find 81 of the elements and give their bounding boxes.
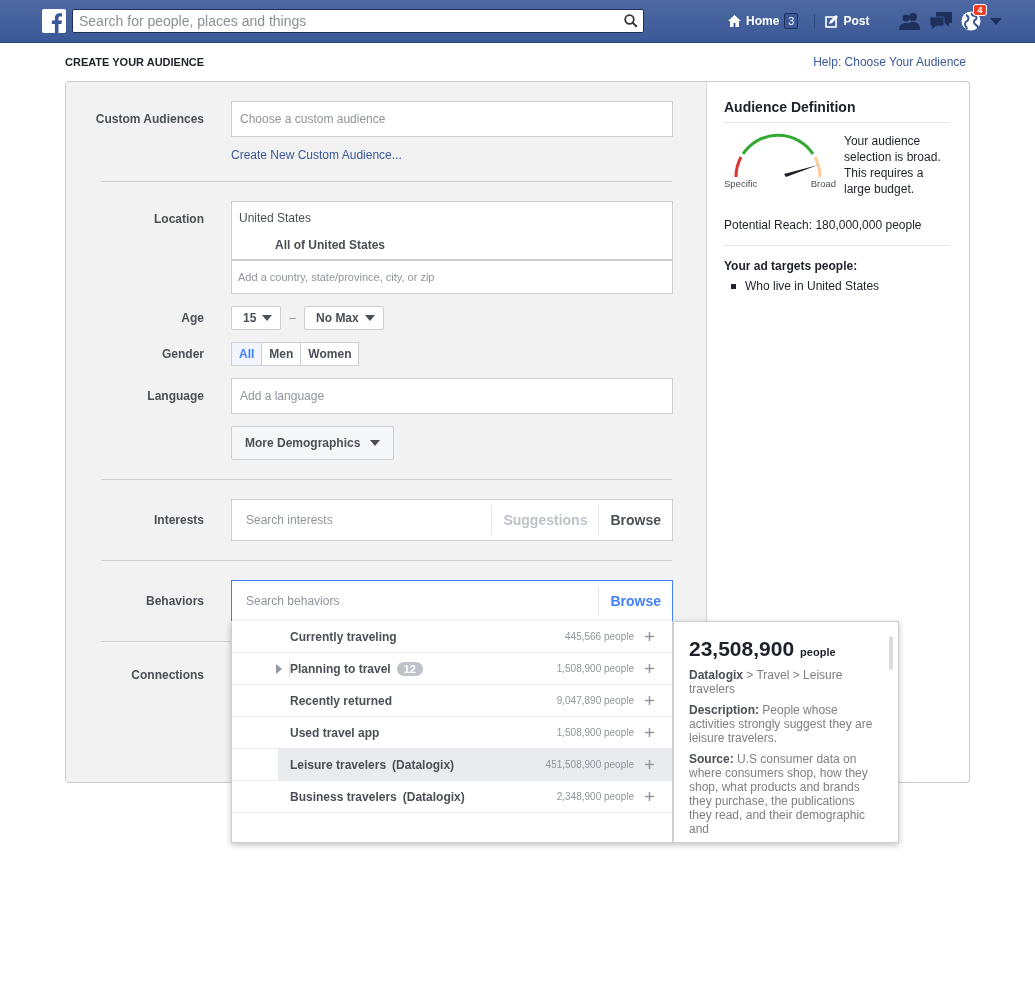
audience-size: 1,508,900 people — [556, 663, 634, 674]
custom-audience-field[interactable]: Choose a custom audience — [231, 101, 673, 137]
post-link[interactable]: Post — [814, 14, 870, 28]
page-title: CREATE YOUR AUDIENCE — [65, 56, 205, 68]
caret-icon — [370, 440, 381, 446]
audience-size: 445,566 people — [565, 631, 634, 642]
field-label: Location — [153, 211, 204, 228]
target-item: Who live in United States — [745, 279, 880, 293]
location-country: United States — [238, 210, 313, 225]
home-icon — [728, 15, 741, 27]
logo-icon[interactable] — [42, 9, 66, 33]
location-scope: All of United States — [274, 237, 386, 254]
range-dash: – — [289, 311, 297, 325]
caret-icon — [364, 315, 375, 321]
option-name: Planning to travel — [290, 661, 391, 676]
language-field[interactable]: Add a language — [231, 378, 673, 414]
home-link[interactable]: Home 3 — [728, 13, 799, 29]
behavior-option[interactable]: Business travelers (Datalogix) 2,348,900 people — [232, 781, 672, 813]
reach-number: 23,508,900 — [689, 637, 795, 661]
behavior-option[interactable]: Recently returned 9,047,890 people — [232, 685, 672, 717]
gender-option[interactable]: Women — [300, 342, 360, 366]
field-label: Custom Audiences — [94, 111, 204, 128]
description-text: Description: People whose activities strongly suggest they are leisure travelers. — [689, 703, 874, 745]
option-name: Currently traveling — [290, 629, 397, 644]
expand-icon[interactable] — [276, 663, 282, 674]
behaviors-field[interactable]: Search behaviors Browse — [231, 580, 673, 622]
search-icon[interactable] — [624, 14, 638, 28]
field-label: Behaviors — [144, 593, 204, 610]
messages-icon[interactable] — [930, 12, 953, 30]
reach-unit: people — [800, 646, 836, 658]
age-min-dropdown[interactable]: 15 — [231, 306, 282, 330]
interests-field[interactable]: Search interests Suggestions Browse — [231, 499, 673, 541]
plus-icon[interactable] — [645, 696, 654, 705]
age-max-dropdown[interactable]: No Max — [304, 306, 384, 330]
audience-summary: Your audience selection is broad. This requires a large budget. — [844, 133, 942, 197]
audience-size: 2,348,900 people — [556, 791, 634, 802]
option-name: Leisure travelers — [290, 757, 387, 772]
edit-icon — [825, 14, 839, 28]
plus-icon[interactable] — [645, 632, 654, 641]
field-label: Connections — [130, 667, 204, 682]
potential-reach: Potential Reach: 180,000,000 people — [724, 218, 923, 232]
source-text: Source: U.S consumer data on where consumers shop, how they shop, what products and brands they purchase, the publications they read, and their demographic and — [689, 752, 869, 836]
option-name: Recently returned — [290, 693, 393, 708]
behavior-option[interactable]: Currently traveling 445,566 people — [232, 621, 672, 653]
plus-icon[interactable] — [645, 792, 654, 801]
more-demographics-button[interactable]: More Demographics — [231, 426, 395, 460]
bullet-icon — [731, 283, 736, 289]
plus-icon[interactable] — [645, 664, 654, 673]
gender-option[interactable]: Men — [261, 342, 302, 366]
field-label: Gender — [161, 346, 204, 363]
count-badge: 3 — [784, 13, 799, 29]
behavior-option[interactable]: Leisure travelers (Datalogix) 451,508,900 people — [232, 749, 672, 781]
count-badge: 12 — [396, 661, 423, 676]
help-link[interactable]: Help: Choose Your Audience — [813, 55, 966, 69]
audience-size: 451,508,900 people — [545, 759, 634, 770]
friends-icon[interactable] — [899, 12, 922, 30]
option-source: (Datalogix) — [402, 789, 465, 804]
audience-size: 1,508,900 people — [556, 727, 634, 738]
option-name: Used travel app — [290, 725, 380, 740]
field-label: Age — [180, 310, 204, 327]
category-path: Datalogix > Travel > Leisure travelers — [689, 668, 844, 696]
gauge-label: Specific — [724, 178, 758, 189]
notification-badge: 4 — [973, 4, 987, 16]
search-field[interactable]: Search for people, places and things — [72, 9, 644, 33]
field-label: Interests — [152, 512, 204, 529]
scrollbar-thumb[interactable] — [889, 636, 893, 670]
plus-icon[interactable] — [645, 760, 654, 769]
globe-icon[interactable] — [961, 11, 982, 31]
targets-heading: Your ad targets people: — [724, 259, 859, 273]
behavior-option[interactable]: Planning to travel 12 1,508,900 people — [232, 653, 672, 685]
plus-icon[interactable] — [645, 728, 654, 737]
location-input-field[interactable]: Add a country, state/province, city, or zip — [231, 260, 673, 294]
caret-icon — [262, 315, 273, 321]
audience-size: 9,047,890 people — [556, 695, 634, 706]
option-name: Business travelers — [290, 789, 397, 804]
create-audience-link[interactable]: Create New Custom Audience... — [231, 148, 402, 162]
option-source: (Datalogix) — [392, 757, 455, 772]
field-label: Language — [146, 388, 204, 405]
caret-icon[interactable] — [990, 17, 1003, 25]
gauge-label: Broad — [810, 178, 836, 189]
sidebar-title: Audience Definition — [724, 99, 950, 123]
